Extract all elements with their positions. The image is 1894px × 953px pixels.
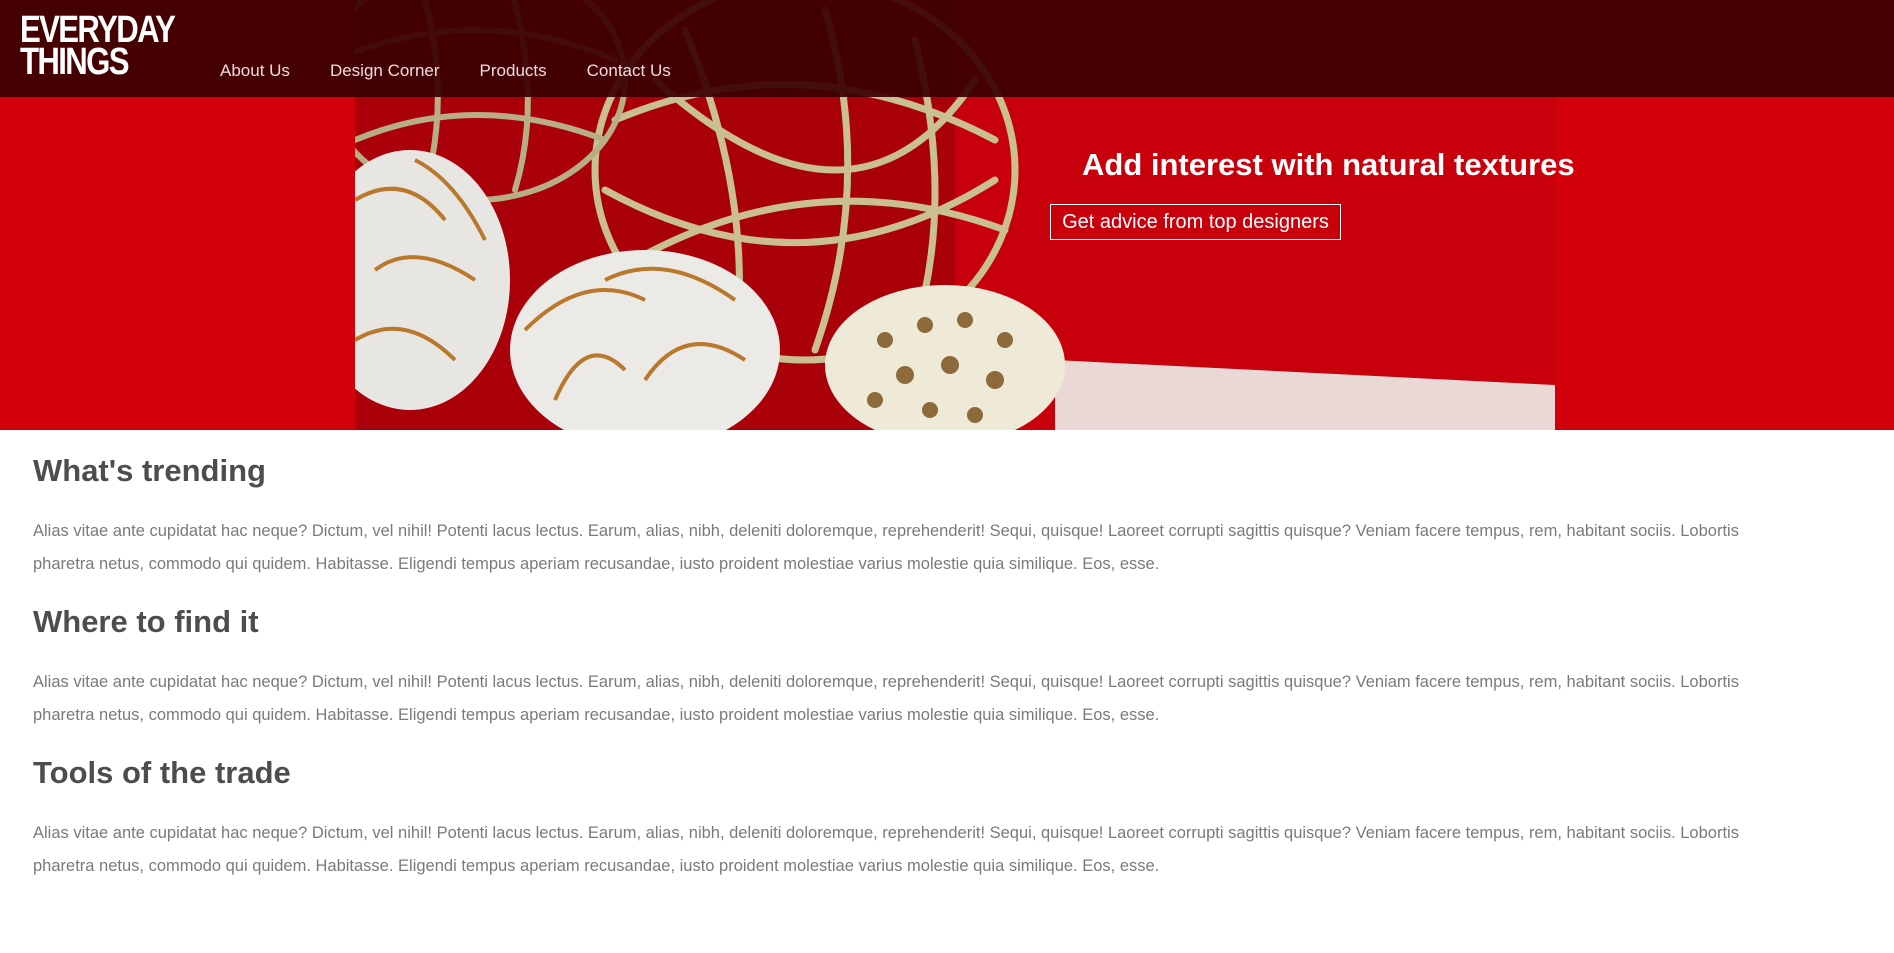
get-advice-button[interactable]: Get advice from top designers — [1050, 204, 1341, 240]
top-navbar: EVERYDAY THINGS About Us Design Corner P… — [0, 0, 1894, 97]
section-tools-of-the-trade: Tools of the trade Alias vitae ante cupi… — [33, 753, 1773, 883]
nav-link-products[interactable]: Products — [480, 60, 547, 82]
brand-logo[interactable]: EVERYDAY THINGS — [20, 11, 176, 84]
section-heading: What's trending — [33, 453, 266, 488]
nav-link-about-us[interactable]: About Us — [220, 60, 290, 82]
main-nav: About Us Design Corner Products Contact … — [220, 60, 671, 82]
nav-link-contact-us[interactable]: Contact Us — [587, 60, 671, 82]
section-whats-trending: What's trending Alias vitae ante cupidat… — [33, 451, 1773, 581]
section-where-to-find-it: Where to find it Alias vitae ante cupida… — [33, 602, 1773, 732]
section-heading: Tools of the trade — [33, 755, 291, 790]
main-content: What's trending Alias vitae ante cupidat… — [33, 430, 1773, 883]
section-body: Alias vitae ante cupidatat hac neque? Di… — [33, 522, 1739, 573]
section-body: Alias vitae ante cupidatat hac neque? Di… — [33, 824, 1739, 875]
section-body: Alias vitae ante cupidatat hac neque? Di… — [33, 673, 1739, 724]
nav-link-design-corner[interactable]: Design Corner — [330, 60, 440, 82]
hero-title: Add interest with natural textures — [1082, 147, 1575, 182]
section-heading: Where to find it — [33, 604, 259, 639]
